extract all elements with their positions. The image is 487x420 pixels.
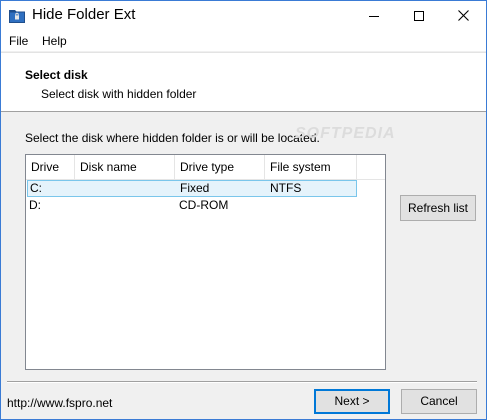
cell-file-system: NTFS: [270, 181, 302, 195]
maximize-button[interactable]: [396, 1, 441, 30]
footer-divider: [7, 381, 477, 383]
refresh-list-button[interactable]: Refresh list: [400, 195, 476, 221]
menu-help[interactable]: Help: [42, 34, 67, 48]
vendor-url: http://www.fspro.net: [7, 396, 113, 410]
column-header-drive[interactable]: Drive: [26, 155, 75, 179]
menu-bar: File Help: [1, 31, 486, 51]
list-row-c[interactable]: C: Fixed NTFS: [27, 180, 357, 197]
cell-drive-type: CD-ROM: [179, 198, 229, 212]
title-bar[interactable]: Hide Folder Ext: [1, 1, 486, 31]
menu-file[interactable]: File: [9, 34, 28, 48]
close-icon: [458, 10, 469, 21]
main-window: Hide Folder Ext File Help Select disk Se…: [0, 0, 487, 420]
column-header-drive-type[interactable]: Drive type: [175, 155, 265, 179]
column-header-disk-name[interactable]: Disk name: [75, 155, 175, 179]
disk-list[interactable]: Drive Disk name Drive type File system C…: [25, 154, 386, 370]
list-row-d[interactable]: D: CD-ROM: [27, 198, 357, 215]
cell-drive-type: Fixed: [180, 181, 210, 195]
page-title: Select disk: [25, 68, 88, 82]
wizard-header: Select disk Select disk with hidden fold…: [1, 52, 486, 112]
minimize-icon: [368, 15, 379, 17]
maximize-icon: [413, 10, 424, 21]
minimize-button[interactable]: [351, 1, 396, 30]
list-header: Drive Disk name Drive type File system: [26, 155, 385, 180]
page-subtitle: Select disk with hidden folder: [41, 87, 197, 101]
instruction-text: Select the disk where hidden folder is o…: [25, 131, 320, 145]
cancel-button[interactable]: Cancel: [401, 389, 477, 414]
folder-lock-icon: [9, 10, 25, 23]
cell-drive: C:: [30, 181, 42, 195]
window-title: Hide Folder Ext: [32, 6, 136, 23]
close-button[interactable]: [441, 1, 486, 30]
next-button[interactable]: Next >: [314, 389, 390, 414]
cell-drive: D:: [29, 198, 41, 212]
watermark: SOFTPEDIA: [295, 125, 396, 142]
column-header-file-system[interactable]: File system: [265, 155, 357, 179]
